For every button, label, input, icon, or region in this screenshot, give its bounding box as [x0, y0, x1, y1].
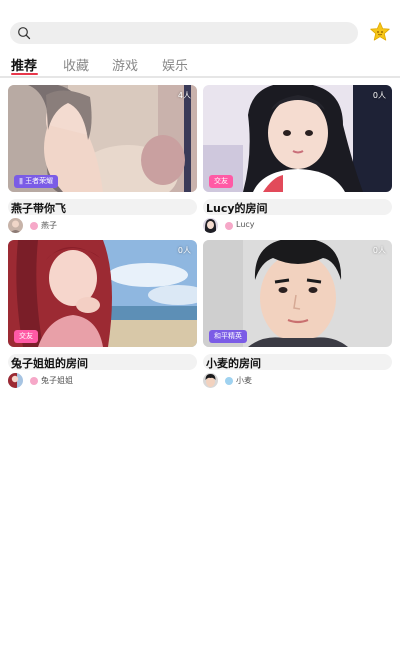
room-title: 燕子带你飞 [11, 202, 66, 215]
member-count: 0人 [177, 246, 191, 255]
room-thumbnail: 0人 交友 [203, 85, 392, 192]
room-owner: 燕子 [8, 218, 197, 234]
room-owner: 小麦 [203, 373, 392, 389]
owner-name: 燕子 [41, 221, 57, 230]
tab-active-indicator [11, 73, 38, 75]
member-count: 0人 [372, 246, 386, 255]
tab-entertainment[interactable]: 娱乐 [162, 55, 188, 74]
room-title-row: 兔子姐姐的房间 [8, 354, 197, 370]
room-card[interactable]: 0人 交友 Lucy的房间 Lucy [203, 85, 392, 240]
avatar [203, 373, 218, 388]
male-icon [225, 377, 233, 385]
room-card[interactable]: 0人 和平精英 小麦的房间 小麦 [203, 240, 392, 395]
tab-recommend[interactable]: 推荐 [11, 55, 37, 74]
room-tag: 和平精英 [209, 330, 247, 343]
avatar [8, 373, 23, 388]
female-icon [30, 222, 38, 230]
owner-name: 兔子姐姐 [41, 376, 73, 385]
search-input[interactable] [10, 22, 358, 44]
room-title: 小麦的房间 [206, 357, 261, 370]
room-tag: 交友 [209, 175, 233, 188]
female-icon [225, 222, 233, 230]
room-thumbnail: 0人 交友 [8, 240, 197, 347]
owner-name: 小麦 [236, 376, 252, 385]
member-count: 0人 [372, 91, 386, 100]
room-thumbnail: 4人 ||| 王者荣耀 [8, 85, 197, 192]
room-owner: Lucy [203, 218, 392, 234]
room-owner: 兔子姐姐 [8, 373, 197, 389]
room-title-row: 燕子带你飞 [8, 199, 197, 215]
category-tabs: 推荐 收藏 游戏 娱乐 [0, 52, 400, 78]
owner-name: Lucy [236, 220, 255, 229]
female-icon [30, 377, 38, 385]
room-title-row: Lucy的房间 [203, 199, 392, 215]
room-title: 兔子姐姐的房间 [11, 357, 88, 370]
level-bars-icon: ||| [19, 178, 23, 185]
avatar [8, 218, 23, 233]
room-tag: 交友 [14, 330, 38, 343]
tabs-divider [0, 76, 400, 78]
room-title: Lucy的房间 [206, 202, 268, 215]
star-icon[interactable] [369, 21, 391, 43]
room-card[interactable]: 4人 ||| 王者荣耀 燕子带你飞 燕子 [8, 85, 197, 240]
search-icon [18, 27, 31, 40]
room-thumbnail: 0人 和平精英 [203, 240, 392, 347]
tab-favorites[interactable]: 收藏 [63, 55, 89, 74]
room-tag: ||| 王者荣耀 [14, 175, 59, 188]
room-title-row: 小麦的房间 [203, 354, 392, 370]
room-card[interactable]: 0人 交友 兔子姐姐的房间 兔子姐姐 [8, 240, 197, 395]
member-count: 4人 [177, 91, 191, 100]
avatar [203, 218, 218, 233]
tab-games[interactable]: 游戏 [112, 55, 138, 74]
